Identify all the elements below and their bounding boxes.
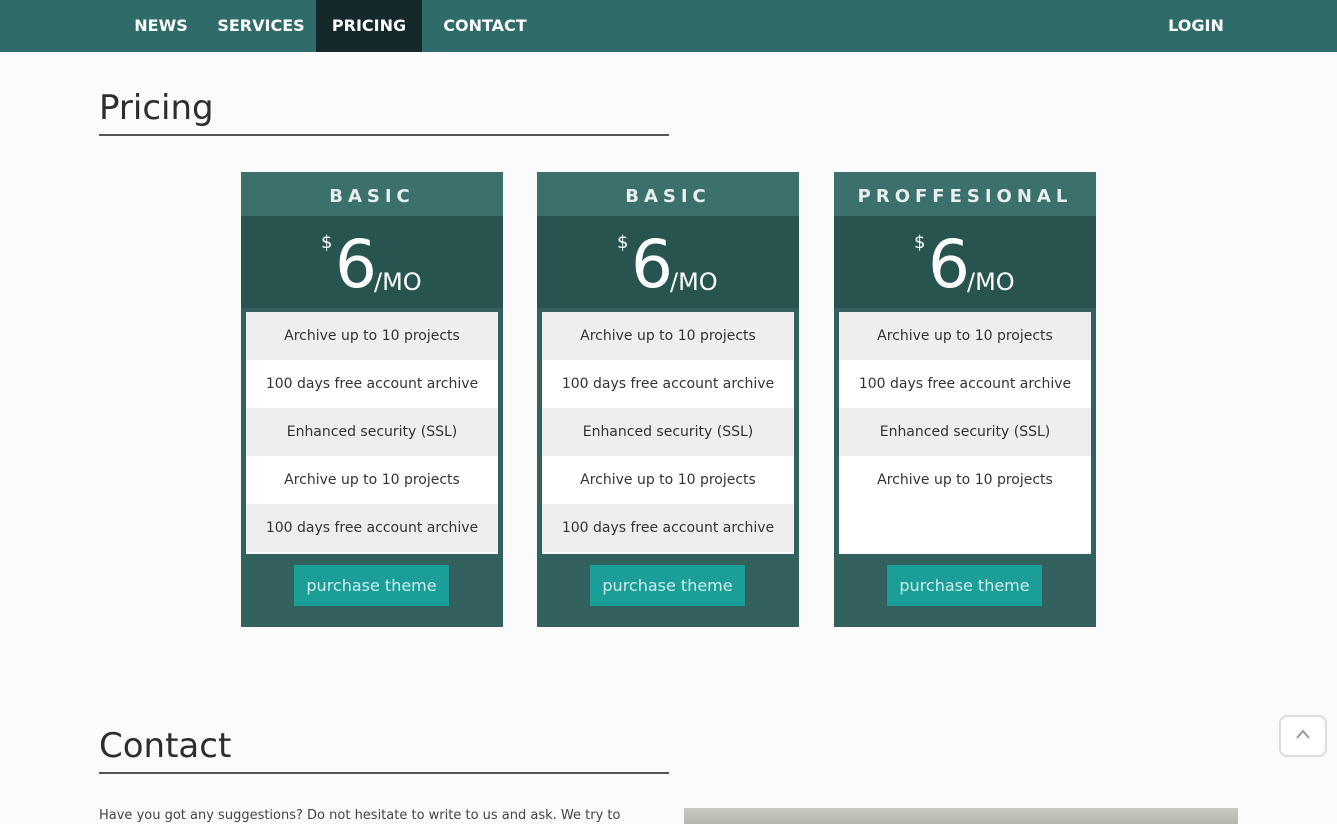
pricing-card: PROFFESIONAL $ 6 /MO Archive up to 10 pr… [834, 172, 1096, 627]
feature-item: Archive up to 10 projects [542, 312, 794, 360]
feature-item: 100 days free account archive [542, 360, 794, 408]
plan-name: BASIC [537, 172, 799, 216]
feature-list: Archive up to 10 projects 100 days free … [542, 312, 794, 554]
feature-item: 100 days free account archive [246, 360, 498, 408]
pricing-section-title: Pricing [99, 88, 669, 136]
feature-list: Archive up to 10 projects 100 days free … [246, 312, 498, 554]
plan-name: PROFFESIONAL [834, 172, 1096, 216]
price-currency: $ [321, 232, 333, 253]
feature-item: Archive up to 10 projects [839, 312, 1091, 360]
nav-item-services[interactable]: SERVICES [210, 0, 312, 52]
purchase-theme-button[interactable]: purchase theme [294, 565, 449, 606]
top-navbar: NEWS SERVICES PRICING CONTACT LOGIN [0, 0, 1337, 52]
price-period: /MO [670, 268, 718, 296]
feature-item: 100 days free account archive [839, 360, 1091, 408]
feature-item: 100 days free account archive [542, 504, 794, 552]
plan-price: $ 6 /MO [834, 216, 1096, 308]
price-amount: 6 [631, 226, 673, 303]
feature-item: 100 days free account archive [246, 504, 498, 552]
price-currency: $ [914, 232, 926, 253]
feature-item: Enhanced security (SSL) [839, 408, 1091, 456]
feature-item: Archive up to 10 projects [839, 456, 1091, 504]
feature-item: Archive up to 10 projects [246, 456, 498, 504]
contact-section-title: Contact [99, 726, 669, 774]
back-to-top-button[interactable] [1279, 715, 1327, 757]
plan-name: BASIC [241, 172, 503, 216]
price-period: /MO [374, 268, 422, 296]
price-amount: 6 [335, 226, 377, 303]
feature-list: Archive up to 10 projects 100 days free … [839, 312, 1091, 554]
price-period: /MO [967, 268, 1015, 296]
nav-item-pricing[interactable]: PRICING [316, 0, 422, 52]
nav-item-news[interactable]: NEWS [118, 0, 204, 52]
pricing-card: BASIC $ 6 /MO Archive up to 10 projects … [241, 172, 503, 627]
plan-price: $ 6 /MO [241, 216, 503, 308]
pricing-card: BASIC $ 6 /MO Archive up to 10 projects … [537, 172, 799, 627]
contact-intro-text: Have you got any suggestions? Do not hes… [99, 808, 621, 823]
purchase-theme-button[interactable]: purchase theme [590, 565, 745, 606]
plan-price: $ 6 /MO [537, 216, 799, 308]
feature-item: Enhanced security (SSL) [246, 408, 498, 456]
contact-image [684, 808, 1238, 824]
purchase-theme-button[interactable]: purchase theme [887, 565, 1042, 606]
feature-item: Enhanced security (SSL) [542, 408, 794, 456]
feature-item: Archive up to 10 projects [246, 312, 498, 360]
price-currency: $ [617, 232, 629, 253]
feature-item: Archive up to 10 projects [542, 456, 794, 504]
price-amount: 6 [928, 226, 970, 303]
login-link[interactable]: LOGIN [1150, 0, 1242, 52]
nav-item-contact[interactable]: CONTACT [430, 0, 540, 52]
